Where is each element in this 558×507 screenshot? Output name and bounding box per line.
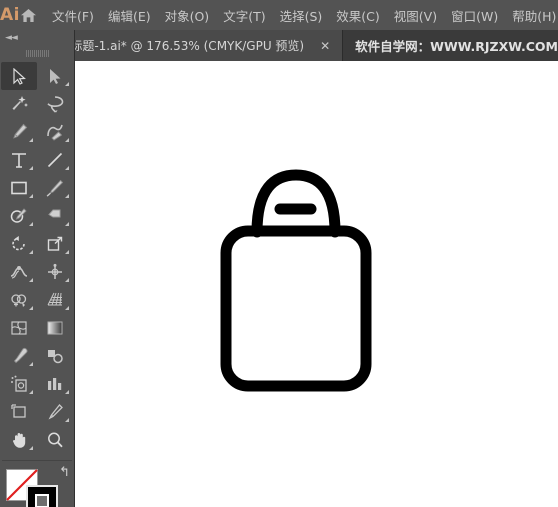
line-segment-tool[interactable]: [37, 146, 73, 174]
fill-stroke-controls: ↰: [2, 460, 72, 507]
column-graph-tool[interactable]: [37, 370, 73, 398]
zoom-tool[interactable]: [37, 426, 73, 454]
panel-drag-grip[interactable]: [0, 46, 74, 60]
document-tab-bar: 未标题-1.ai* @ 176.53% (CMYK/GPU 预览) ✕ 软件自学…: [0, 30, 558, 61]
artboard-tool[interactable]: [1, 398, 37, 426]
ai-logo: Ai: [0, 5, 20, 25]
document-tab[interactable]: 未标题-1.ai* @ 176.53% (CMYK/GPU 预览) ✕: [44, 30, 344, 61]
menu-object[interactable]: 对象(O): [158, 0, 217, 30]
eraser-tool[interactable]: [37, 202, 73, 230]
curvature-tool[interactable]: [37, 118, 73, 146]
blend-tool[interactable]: [37, 342, 73, 370]
type-tool[interactable]: [1, 146, 37, 174]
shape-builder-tool[interactable]: [1, 286, 37, 314]
menu-select[interactable]: 选择(S): [273, 0, 330, 30]
tools-panel: ◄◄ ↰: [0, 30, 75, 507]
rotate-tool[interactable]: [1, 230, 37, 258]
width-tool[interactable]: [1, 258, 37, 286]
menu-bar: Ai 文件(F) 编辑(E) 对象(O) 文字(T) 选择(S) 效果(C) 视…: [0, 0, 558, 30]
mesh-tool[interactable]: [1, 314, 37, 342]
rectangle-tool[interactable]: [1, 174, 37, 202]
menu-window[interactable]: 窗口(W): [444, 0, 505, 30]
perspective-grid-tool[interactable]: [37, 286, 73, 314]
symbol-sprayer-tool[interactable]: [1, 370, 37, 398]
shaper-pencil-tool[interactable]: [1, 202, 37, 230]
magic-wand-tool[interactable]: [1, 90, 37, 118]
illustrator-window: Ai 文件(F) 编辑(E) 对象(O) 文字(T) 选择(S) 效果(C) 视…: [0, 0, 558, 507]
scale-tool[interactable]: [37, 230, 73, 258]
tool-grid: [0, 60, 74, 454]
pen-tool[interactable]: [1, 118, 37, 146]
close-icon[interactable]: ✕: [316, 38, 334, 54]
selection-tool[interactable]: [1, 62, 37, 90]
menu-view[interactable]: 视图(V): [387, 0, 444, 30]
free-transform-tool[interactable]: [37, 258, 73, 286]
home-icon[interactable]: [20, 0, 37, 30]
hand-tool[interactable]: [1, 426, 37, 454]
menu-effect[interactable]: 效果(C): [329, 0, 386, 30]
gradient-tool[interactable]: [37, 314, 73, 342]
eyedropper-tool[interactable]: [1, 342, 37, 370]
artboard-canvas[interactable]: [75, 61, 558, 507]
swap-fill-stroke-icon[interactable]: ↰: [59, 465, 70, 480]
stroke-swatch-inner: [35, 494, 49, 507]
shopping-bag-artwork[interactable]: [75, 61, 558, 507]
menu-edit[interactable]: 编辑(E): [101, 0, 158, 30]
document-tab-title: 未标题-1.ai* @ 176.53% (CMYK/GPU 预览): [58, 39, 305, 53]
watermark-text: 软件自学网：WWW.RJZXW.COM: [355, 39, 558, 54]
direct-selection-tool[interactable]: [37, 62, 73, 90]
menu-help[interactable]: 帮助(H): [505, 0, 558, 30]
paintbrush-tool[interactable]: [37, 174, 73, 202]
slice-tool[interactable]: [37, 398, 73, 426]
menu-file[interactable]: 文件(F): [45, 0, 101, 30]
menu-type[interactable]: 文字(T): [216, 0, 272, 30]
bag-body: [220, 225, 372, 392]
lasso-tool[interactable]: [37, 90, 73, 118]
collapse-panel-icon[interactable]: ◄◄: [0, 30, 74, 46]
stroke-swatch[interactable]: [26, 485, 58, 507]
